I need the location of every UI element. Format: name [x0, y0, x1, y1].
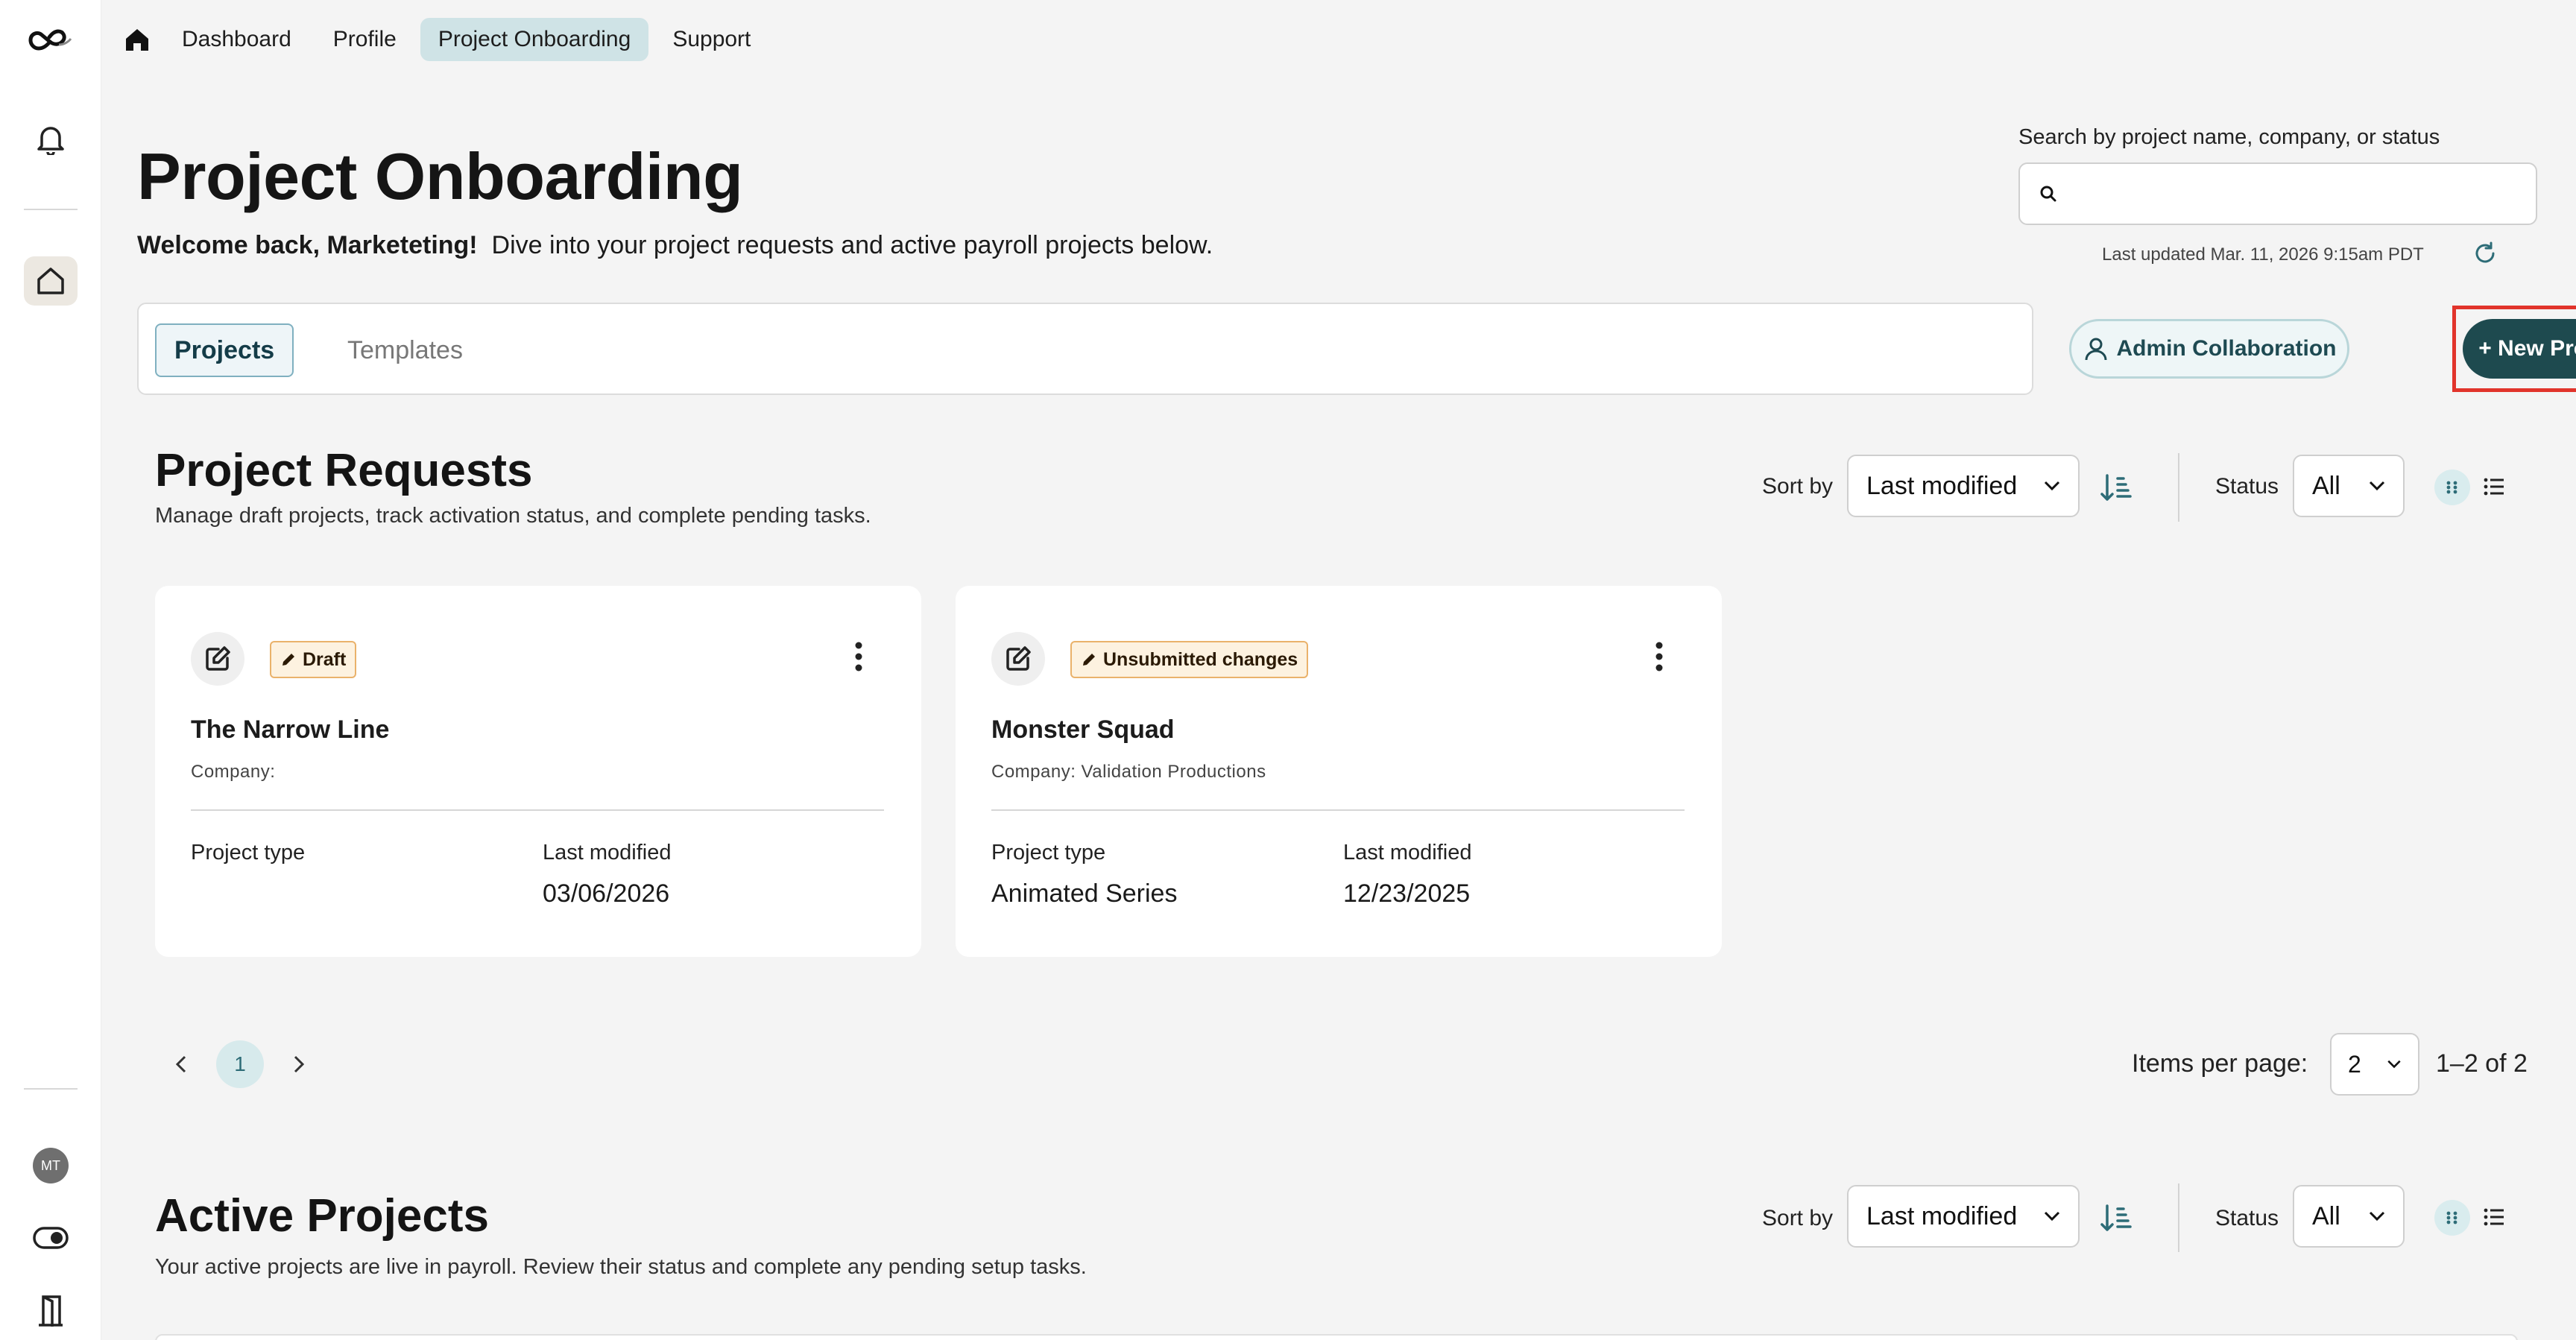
grid-view-button[interactable]	[2434, 1200, 2470, 1236]
status-label: Status	[2215, 1206, 2279, 1230]
nav-item-profile[interactable]: Profile	[315, 18, 414, 61]
logout-door-icon[interactable]	[0, 1294, 101, 1328]
welcome-message: Welcome back, Marketeting! Dive into you…	[137, 231, 1213, 260]
status-badge: Unsubmitted changes	[1070, 641, 1309, 678]
status-label: Status	[2215, 474, 2279, 499]
more-options-icon[interactable]	[1655, 641, 1664, 676]
card-divider	[191, 809, 884, 811]
status-select[interactable]: All	[2293, 1185, 2405, 1248]
tab-templates[interactable]: Templates	[329, 323, 481, 377]
nav-item-dashboard[interactable]: Dashboard	[164, 18, 309, 61]
controls-separator	[2178, 453, 2179, 522]
edit-icon[interactable]	[191, 632, 244, 686]
last-modified-label: Last modified	[543, 841, 672, 865]
project-type-label: Project type	[191, 841, 306, 865]
pencil-icon	[282, 654, 294, 666]
project-type-label: Project type	[991, 841, 1106, 865]
status-badge: Draft	[270, 641, 357, 678]
chevron-down-icon	[2369, 481, 2385, 491]
grid-icon	[2446, 481, 2457, 494]
sort-direction-icon[interactable]	[2096, 1198, 2136, 1239]
user-icon	[2085, 338, 2106, 361]
items-per-page-value: 2	[2348, 1050, 2361, 1078]
grid-view-button[interactable]	[2434, 470, 2470, 505]
status-badge-label: Draft	[303, 648, 347, 670]
tab-projects[interactable]: Projects	[155, 323, 294, 377]
theme-toggle-icon[interactable]	[0, 1227, 101, 1249]
items-per-page-label: Items per page:	[2132, 1049, 2308, 1078]
nav-item-support[interactable]: Support	[654, 18, 768, 61]
welcome-text: Dive into your project requests and acti…	[491, 231, 1213, 259]
infinity-logo-icon[interactable]	[0, 25, 101, 55]
project-type-value: Animated Series	[991, 879, 1178, 908]
list-view-icon[interactable]	[2484, 477, 2504, 496]
rail-divider-bottom	[24, 1088, 78, 1090]
last-updated-text: Last updated Mar. 11, 2026 9:15am PDT	[2102, 244, 2424, 265]
sort-label: Sort by	[1762, 1206, 1834, 1230]
sort-label: Sort by	[1762, 474, 1834, 499]
search-input[interactable]	[2069, 171, 2536, 216]
new-project-button[interactable]: + New Project	[2463, 319, 2576, 379]
project-card[interactable]: Unsubmitted changes Monster Squad Compan…	[956, 586, 1722, 957]
project-name: Monster Squad	[991, 715, 1175, 744]
status-select-value: All	[2312, 1201, 2340, 1230]
admin-collaboration-button[interactable]: Admin Collaboration	[2069, 319, 2349, 379]
last-modified-value: 12/23/2025	[1343, 879, 1471, 908]
nav-item-project-onboarding[interactable]: Project Onboarding	[420, 18, 649, 61]
sort-select-value: Last modified	[1866, 471, 2018, 500]
pagination-range: 1–2 of 2	[2436, 1049, 2528, 1078]
refresh-icon[interactable]	[2472, 240, 2498, 271]
top-navigation: Dashboard Profile Project Onboarding Sup…	[116, 15, 768, 64]
chevron-down-icon	[2044, 1211, 2060, 1222]
search-icon	[2040, 186, 2056, 202]
bell-icon[interactable]	[0, 122, 101, 155]
page-title: Project Onboarding	[137, 139, 743, 213]
sort-select[interactable]: Last modified	[1847, 1185, 2080, 1248]
welcome-user: Welcome back, Marketeting!	[137, 231, 478, 259]
chevron-down-icon	[2387, 1060, 2401, 1069]
project-name: The Narrow Line	[191, 715, 390, 744]
project-company: Company: Validation Productions	[991, 762, 1266, 782]
admin-collaboration-label: Admin Collaboration	[2116, 336, 2337, 361]
list-view-icon[interactable]	[2484, 1207, 2504, 1227]
last-modified-value: 03/06/2026	[543, 879, 670, 908]
project-card[interactable]: Draft The Narrow Line Company: Project t…	[155, 586, 921, 957]
grid-icon	[2446, 1211, 2457, 1224]
more-options-icon[interactable]	[854, 641, 863, 676]
sort-direction-icon[interactable]	[2096, 468, 2136, 508]
search-label: Search by project name, company, or stat…	[2018, 125, 2440, 149]
project-requests-title: Project Requests	[155, 445, 533, 496]
page-number-button[interactable]: 1	[216, 1040, 264, 1088]
active-projects-subtitle: Your active projects are live in payroll…	[155, 1255, 1087, 1279]
status-select-value: All	[2312, 471, 2340, 500]
last-modified-label: Last modified	[1343, 841, 1472, 865]
chevron-right-icon[interactable]	[283, 1040, 313, 1092]
home-icon	[37, 268, 64, 294]
active-projects-title: Active Projects	[155, 1190, 489, 1242]
controls-separator	[2178, 1183, 2179, 1252]
rail-home-button[interactable]	[0, 256, 101, 306]
project-company: Company:	[191, 762, 276, 782]
pencil-icon	[1083, 654, 1095, 666]
search-field[interactable]	[2018, 162, 2537, 225]
left-rail: MT	[0, 0, 101, 1340]
sort-select-value: Last modified	[1866, 1201, 2018, 1230]
user-avatar[interactable]: MT	[0, 1148, 101, 1183]
nav-home-icon[interactable]	[116, 26, 158, 53]
chevron-down-icon	[2369, 1211, 2385, 1222]
main-content: Dashboard Profile Project Onboarding Sup…	[101, 0, 2576, 1340]
status-select[interactable]: All	[2293, 455, 2405, 517]
items-per-page-select[interactable]: 2	[2330, 1033, 2419, 1096]
card-divider	[991, 809, 1685, 811]
rail-divider	[24, 209, 78, 210]
active-projects-list-top	[155, 1334, 2518, 1340]
chevron-down-icon	[2044, 481, 2060, 491]
status-badge-label: Unsubmitted changes	[1103, 648, 1298, 670]
chevron-left-icon[interactable]	[167, 1040, 197, 1092]
edit-icon[interactable]	[991, 632, 1045, 686]
sort-select[interactable]: Last modified	[1847, 455, 2080, 517]
project-requests-subtitle: Manage draft projects, track activation …	[155, 504, 871, 528]
view-tabs: Projects Templates	[137, 303, 2033, 395]
